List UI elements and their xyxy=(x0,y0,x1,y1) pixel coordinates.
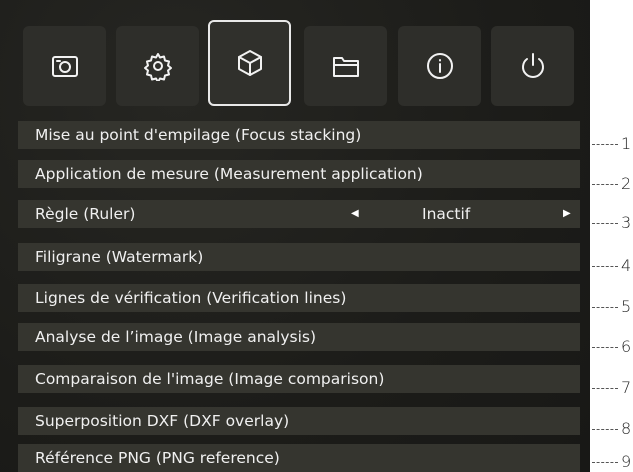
menu-item-label: Mise au point d'empilage (Focus stacking… xyxy=(35,126,362,144)
callout-leader xyxy=(592,388,618,389)
menu-item-label: Filigrane (Watermark) xyxy=(35,248,204,266)
callout-number: 1 xyxy=(621,133,632,153)
callout-leader xyxy=(592,184,618,185)
info-button[interactable] xyxy=(398,26,481,106)
callout-8: 8 xyxy=(590,417,633,439)
callout-7: 7 xyxy=(590,376,633,398)
power-button[interactable] xyxy=(491,26,574,106)
callout-2: 2 xyxy=(590,172,633,194)
menu-item-label: Analyse de l’image (Image analysis) xyxy=(35,328,317,346)
next-value-icon[interactable]: ▶ xyxy=(563,208,571,219)
menu-item-focus-stacking[interactable]: Mise au point d'empilage (Focus stacking… xyxy=(18,121,580,149)
callout-number: 8 xyxy=(621,418,632,438)
menu-item-label: Comparaison de l'image (Image comparison… xyxy=(35,370,385,388)
menu-item-image-comparison[interactable]: Comparaison de l'image (Image comparison… xyxy=(18,365,580,393)
callout-number: 5 xyxy=(621,296,632,316)
callout-number: 2 xyxy=(621,173,632,193)
camera-icon xyxy=(51,56,78,77)
callout-leader xyxy=(592,429,618,430)
top-toolbar xyxy=(0,0,590,118)
menu-item-png-reference[interactable]: Référence PNG (PNG reference) xyxy=(18,444,580,472)
callout-5: 5 xyxy=(590,295,633,317)
files-button[interactable] xyxy=(304,26,387,106)
callout-number: 4 xyxy=(621,255,632,275)
menu-item-image-analysis[interactable]: Analyse de l’image (Image analysis) xyxy=(18,323,580,351)
callout-3: 3 xyxy=(590,211,633,233)
callout-number: 7 xyxy=(621,377,632,397)
menu-item-watermark[interactable]: Filigrane (Watermark) xyxy=(18,243,580,271)
callout-leader xyxy=(592,462,618,463)
power-icon xyxy=(521,53,544,78)
previous-value-icon[interactable]: ◀ xyxy=(351,208,359,219)
settings-button[interactable] xyxy=(116,26,199,106)
callout-leader xyxy=(592,144,618,145)
callout-6: 6 xyxy=(590,335,633,357)
folder-icon xyxy=(332,57,359,77)
tools-button[interactable] xyxy=(208,20,291,106)
menu-item-label: Référence PNG (PNG reference) xyxy=(35,449,280,467)
menu-item-verification-lines[interactable]: Lignes de vérification (Verification lin… xyxy=(18,284,580,312)
callout-4: 4 xyxy=(590,254,633,276)
callout-leader xyxy=(592,266,618,267)
cube-icon xyxy=(237,50,262,76)
menu-item-ruler[interactable]: Règle (Ruler) ◀ Inactif ▶ xyxy=(18,200,580,228)
menu-item-label: Lignes de vérification (Verification lin… xyxy=(35,289,347,307)
menu-item-label: Superposition DXF (DXF overlay) xyxy=(35,412,290,430)
camera-button[interactable] xyxy=(23,26,106,106)
callout-9: 9 xyxy=(590,450,633,472)
callout-1: 1 xyxy=(590,132,633,154)
info-icon xyxy=(426,53,453,79)
menu-item-label: Application de mesure (Measurement appli… xyxy=(35,165,423,183)
callout-number: 9 xyxy=(621,451,632,471)
gear-icon xyxy=(143,53,172,81)
menu-item-label: Règle (Ruler) xyxy=(35,205,136,223)
callout-leader xyxy=(592,307,618,308)
callout-leader xyxy=(592,223,618,224)
callout-number: 3 xyxy=(621,212,632,232)
ruler-value: Inactif xyxy=(422,205,471,223)
menu-panel: Mise au point d'empilage (Focus stacking… xyxy=(0,0,590,472)
callout-column: 1 2 3 4 5 6 7 8 9 xyxy=(590,0,633,472)
callout-number: 6 xyxy=(621,336,632,356)
menu-item-dxf-overlay[interactable]: Superposition DXF (DXF overlay) xyxy=(18,407,580,435)
menu-item-measurement[interactable]: Application de mesure (Measurement appli… xyxy=(18,160,580,188)
callout-leader xyxy=(592,347,618,348)
